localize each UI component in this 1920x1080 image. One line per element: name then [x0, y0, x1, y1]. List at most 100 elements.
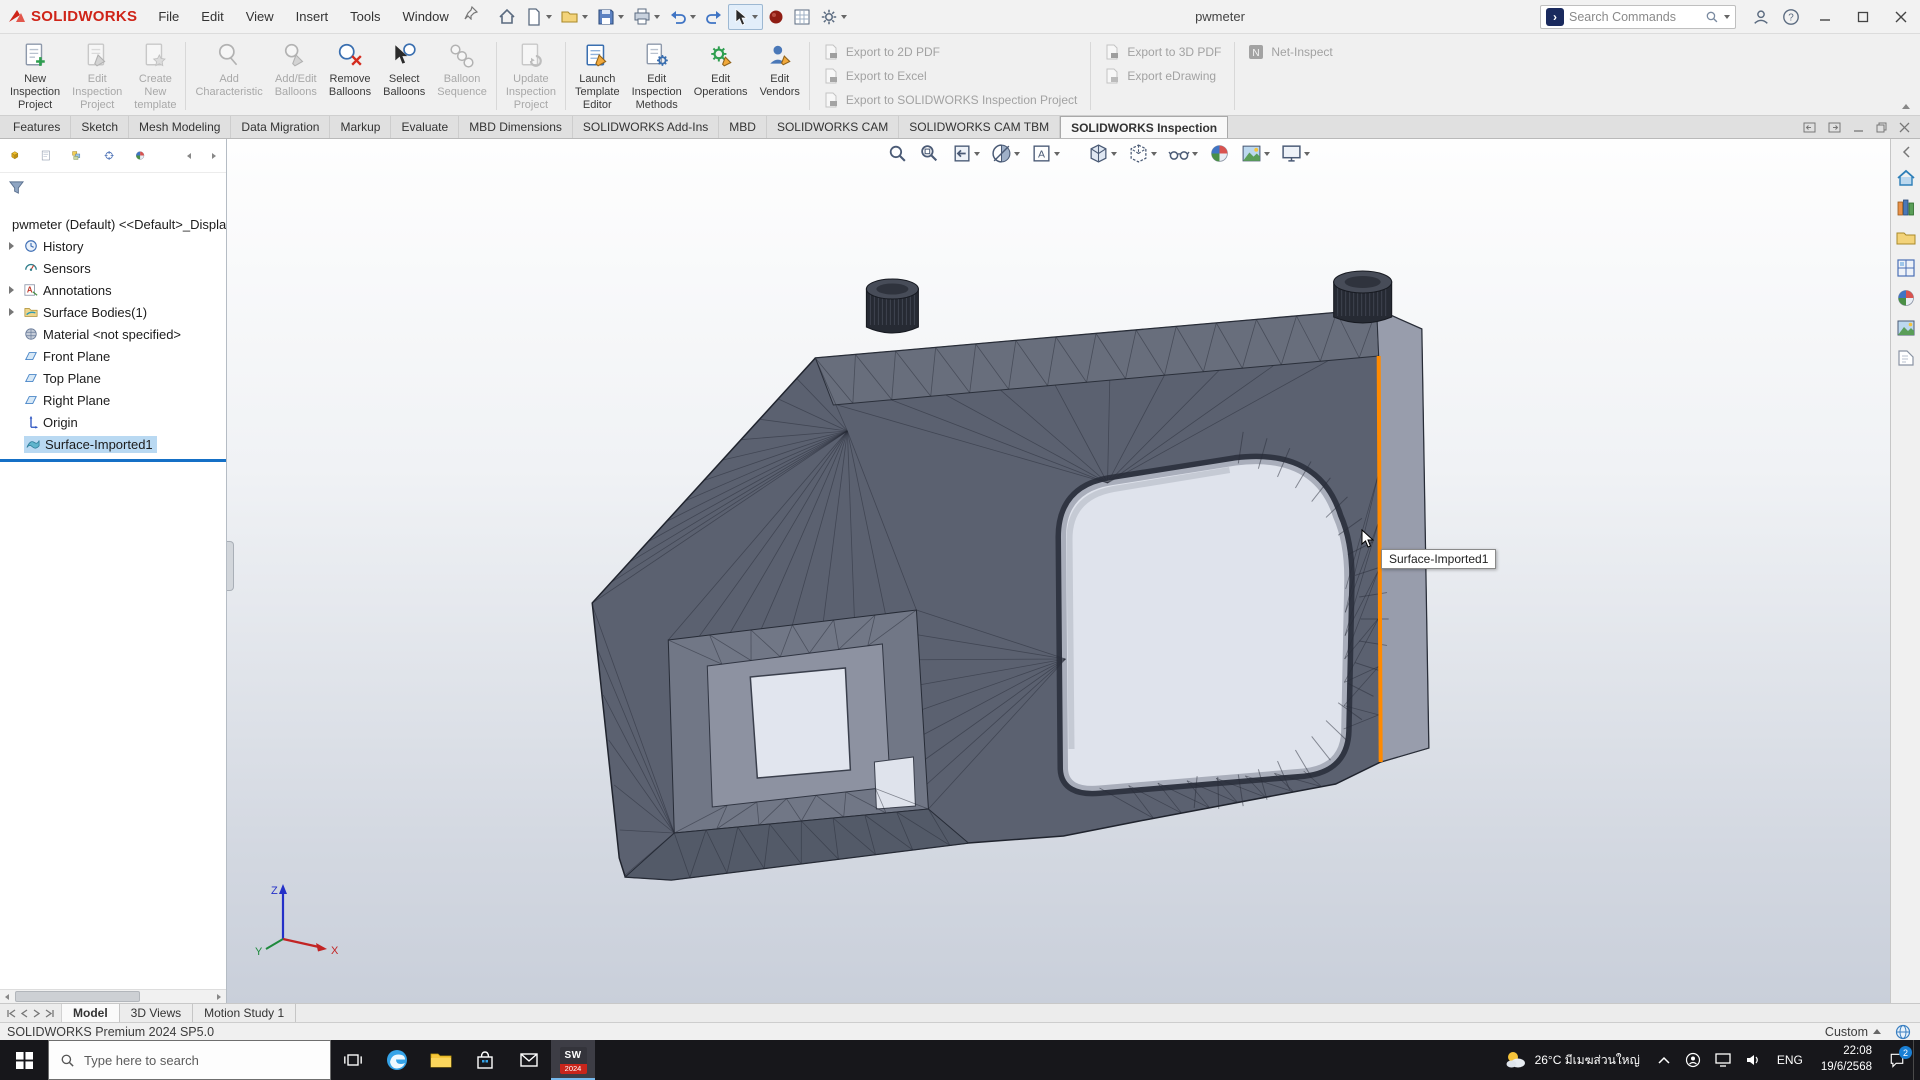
view-palette-icon[interactable]: [1896, 258, 1916, 278]
minimize-button[interactable]: [1806, 0, 1844, 34]
select-balloons-button[interactable]: Select Balloons: [377, 37, 431, 115]
tray-volume-icon[interactable]: [1738, 1040, 1768, 1080]
action-center-button[interactable]: 2: [1881, 1040, 1913, 1080]
tree-item-right-plane[interactable]: Right Plane: [0, 389, 226, 411]
launch-template-editor-button[interactable]: Launch Template Editor: [569, 37, 626, 115]
display-manager-tab-icon[interactable]: [135, 147, 145, 164]
menu-view[interactable]: View: [235, 0, 285, 34]
settings-gear-icon[interactable]: [816, 4, 851, 30]
tab-sketch[interactable]: Sketch: [71, 116, 129, 138]
section-view-icon[interactable]: [989, 141, 1022, 166]
language-indicator[interactable]: ENG: [1768, 1053, 1812, 1067]
scrollbar-thumb[interactable]: [15, 991, 140, 1002]
view-settings-icon[interactable]: [1279, 141, 1312, 166]
zoom-to-area-icon[interactable]: [917, 141, 942, 166]
model-right-face[interactable]: [1377, 309, 1429, 762]
doc-minimize-icon[interactable]: [1853, 122, 1864, 133]
tab-evaluate[interactable]: Evaluate: [391, 116, 459, 138]
file-explorer-icon[interactable]: [1896, 228, 1916, 248]
model-3d-view[interactable]: [227, 139, 1890, 1003]
tab-model[interactable]: Model: [62, 1004, 120, 1022]
rollback-bar[interactable]: [0, 459, 226, 462]
tray-user-icon[interactable]: [1678, 1040, 1708, 1080]
tab-mbd-dimensions[interactable]: MBD Dimensions: [459, 116, 573, 138]
tree-tabs-scroll-right-icon[interactable]: [212, 153, 216, 159]
menu-insert[interactable]: Insert: [285, 0, 340, 34]
edit-vendors-button[interactable]: Edit Vendors: [754, 37, 806, 115]
units-globe-icon[interactable]: [1895, 1024, 1911, 1040]
solidworks-app-button[interactable]: SW 2024: [551, 1040, 595, 1080]
ribbon-collapse-icon[interactable]: [1902, 104, 1910, 109]
doc-close-icon[interactable]: [1899, 122, 1910, 133]
expand-arrow-icon[interactable]: [9, 242, 14, 250]
search-icon[interactable]: [1705, 10, 1719, 24]
remove-balloons-button[interactable]: Remove Balloons: [323, 37, 377, 115]
open-icon[interactable]: [557, 4, 592, 30]
tray-overflow-button[interactable]: [1650, 1040, 1678, 1080]
tree-item-front-plane[interactable]: Front Plane: [0, 345, 226, 367]
mail-button[interactable]: [507, 1040, 551, 1080]
clock-widget[interactable]: 22:08 19/6/2568: [1812, 1044, 1881, 1075]
scenes-icon[interactable]: [1896, 318, 1916, 338]
red-sphere-icon[interactable]: [764, 4, 788, 30]
design-library-icon[interactable]: [1896, 198, 1916, 218]
next-tab-icon[interactable]: [33, 1009, 40, 1018]
appearances-icon[interactable]: [1896, 288, 1916, 308]
edge-browser-button[interactable]: [375, 1040, 419, 1080]
tree-item-material[interactable]: Material <not specified>: [0, 323, 226, 345]
tree-item-history[interactable]: History: [0, 235, 226, 257]
tab-solidworks-cam-tbm[interactable]: SOLIDWORKS CAM TBM: [899, 116, 1060, 138]
tree-item-sensors[interactable]: Sensors: [0, 257, 226, 279]
new-document-icon[interactable]: [521, 4, 556, 30]
last-tab-icon[interactable]: [45, 1009, 55, 1018]
feature-tree-tab-icon[interactable]: [10, 147, 20, 164]
tab-markup[interactable]: Markup: [330, 116, 391, 138]
menu-edit[interactable]: Edit: [190, 0, 234, 34]
menu-window[interactable]: Window: [392, 0, 460, 34]
redo-icon[interactable]: [701, 4, 727, 30]
display-style-icon[interactable]: [1126, 141, 1159, 166]
expand-arrow-icon[interactable]: [9, 286, 14, 294]
print-icon[interactable]: [629, 4, 664, 30]
edit-operations-button[interactable]: Edit Operations: [688, 37, 754, 115]
view-orientation-icon[interactable]: [1086, 141, 1119, 166]
edit-inspection-methods-button[interactable]: Edit Inspection Methods: [626, 37, 688, 115]
menu-file[interactable]: File: [147, 0, 190, 34]
tray-display-icon[interactable]: [1708, 1040, 1738, 1080]
tab-mesh-modeling[interactable]: Mesh Modeling: [129, 116, 231, 138]
tab-data-migration[interactable]: Data Migration: [231, 116, 330, 138]
tab-solidworks-add-ins[interactable]: SOLIDWORKS Add-Ins: [573, 116, 719, 138]
edit-appearance-icon[interactable]: [1207, 141, 1232, 166]
command-search-box[interactable]: › Search Commands: [1540, 5, 1736, 29]
zoom-to-fit-icon[interactable]: [885, 141, 910, 166]
tree-tabs-scroll-left-icon[interactable]: [187, 153, 191, 159]
hide-show-items-icon[interactable]: [1166, 141, 1200, 166]
maximize-button[interactable]: [1844, 0, 1882, 34]
undo-icon[interactable]: [665, 4, 700, 30]
tab-motion-study-1[interactable]: Motion Study 1: [193, 1004, 296, 1022]
task-view-button[interactable]: [331, 1040, 375, 1080]
search-scope-icon[interactable]: ›: [1546, 8, 1564, 26]
menu-tools[interactable]: Tools: [339, 0, 391, 34]
tab-features[interactable]: Features: [3, 116, 71, 138]
tree-root-item[interactable]: pwmeter (Default) <<Default>_Display: [0, 213, 226, 235]
scroll-left-icon[interactable]: [0, 990, 14, 1003]
panel-horizontal-scrollbar[interactable]: [0, 989, 226, 1003]
microsoft-store-button[interactable]: [463, 1040, 507, 1080]
show-desktop-button[interactable]: [1913, 1040, 1920, 1080]
apply-scene-icon[interactable]: [1239, 141, 1272, 166]
pin-menu-icon[interactable]: [460, 0, 482, 26]
view-mode-selector[interactable]: Custom: [1825, 1025, 1881, 1039]
dock-right-icon[interactable]: [1828, 122, 1841, 133]
model-large-opening[interactable]: [1063, 462, 1346, 789]
tree-item-surface-bodies[interactable]: Surface Bodies(1): [0, 301, 226, 323]
doc-restore-icon[interactable]: [1876, 122, 1887, 133]
start-button[interactable]: [0, 1040, 48, 1080]
tab-solidworks-inspection[interactable]: SOLIDWORKS Inspection: [1060, 116, 1228, 138]
tree-item-surface-imported1[interactable]: Surface-Imported1: [0, 433, 226, 455]
tree-item-annotations[interactable]: A Annotations: [0, 279, 226, 301]
expand-arrow-icon[interactable]: [9, 308, 14, 316]
file-explorer-button[interactable]: [419, 1040, 463, 1080]
filter-funnel-icon[interactable]: [8, 180, 25, 195]
expand-task-pane-icon[interactable]: [1901, 146, 1911, 158]
